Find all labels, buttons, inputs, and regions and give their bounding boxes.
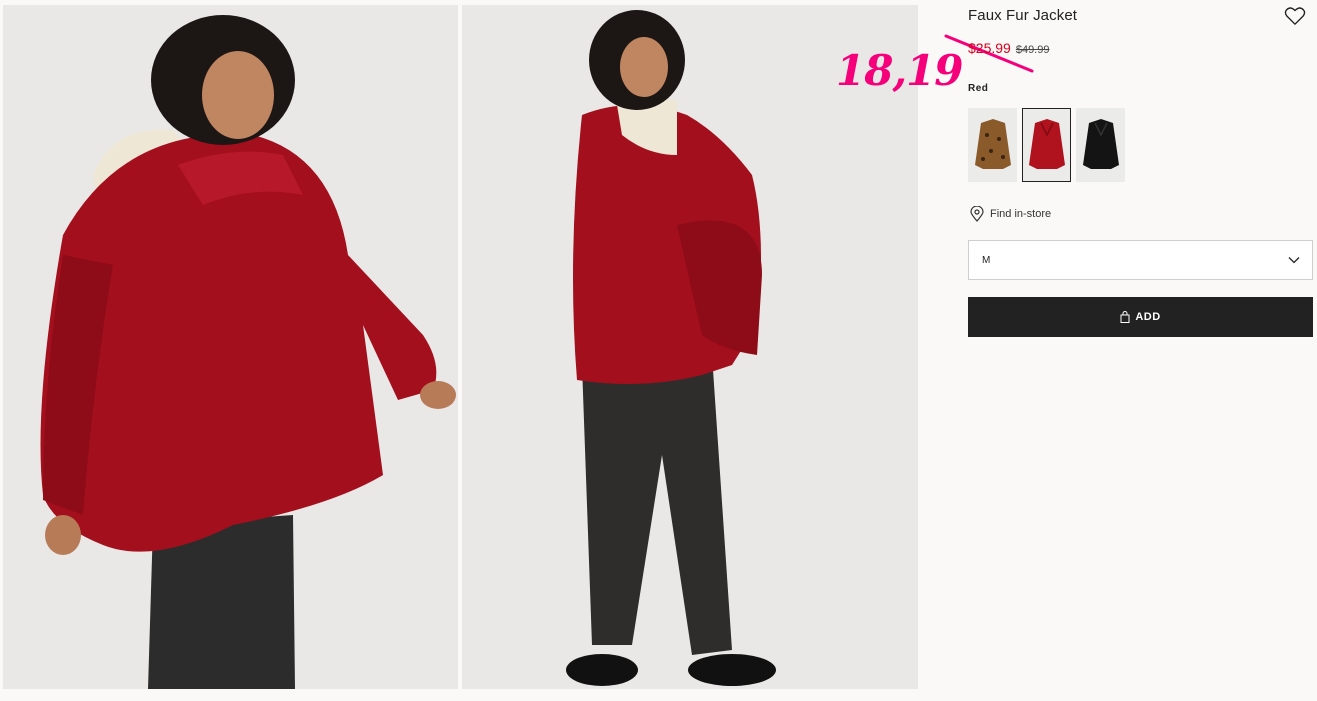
original-price: $49.99: [1015, 44, 1050, 56]
product-image-2[interactable]: [462, 5, 918, 689]
selected-color-label: Red: [968, 83, 989, 94]
product-detail-panel: Faux Fur Jacket $25.99 $49.99 Red Find i…: [968, 0, 1313, 701]
swatch-leopard[interactable]: [968, 108, 1017, 182]
model-illustration-2: [462, 5, 918, 689]
add-button-label: ADD: [1135, 311, 1161, 323]
size-select[interactable]: M: [968, 240, 1313, 280]
leopard-jacket-thumbnail: [974, 119, 1011, 169]
location-pin-icon: [970, 206, 984, 222]
find-in-store-label: Find in-store: [990, 208, 1052, 220]
heart-icon: [1284, 7, 1306, 25]
size-selected-value: M: [982, 254, 991, 266]
product-image-1[interactable]: [3, 5, 458, 689]
product-title: Faux Fur Jacket: [968, 7, 1078, 24]
annotation-handwritten-price: 18,19: [836, 46, 964, 95]
chevron-down-icon: [1288, 257, 1300, 264]
favorite-button[interactable]: [1284, 6, 1306, 26]
swatch-black[interactable]: [1076, 108, 1125, 182]
color-swatches: [968, 108, 1125, 182]
model-illustration-1: [3, 5, 458, 689]
black-jacket-thumbnail: [1082, 119, 1119, 169]
add-to-bag-button[interactable]: ADD: [968, 297, 1313, 337]
shopping-bag-icon: [1120, 311, 1130, 323]
price-row: $25.99 $49.99: [968, 40, 1049, 56]
find-in-store-link[interactable]: Find in-store: [970, 206, 1051, 222]
swatch-red[interactable]: [1022, 108, 1071, 182]
red-jacket-thumbnail: [1028, 119, 1065, 169]
sale-price: $25.99: [968, 40, 1011, 56]
